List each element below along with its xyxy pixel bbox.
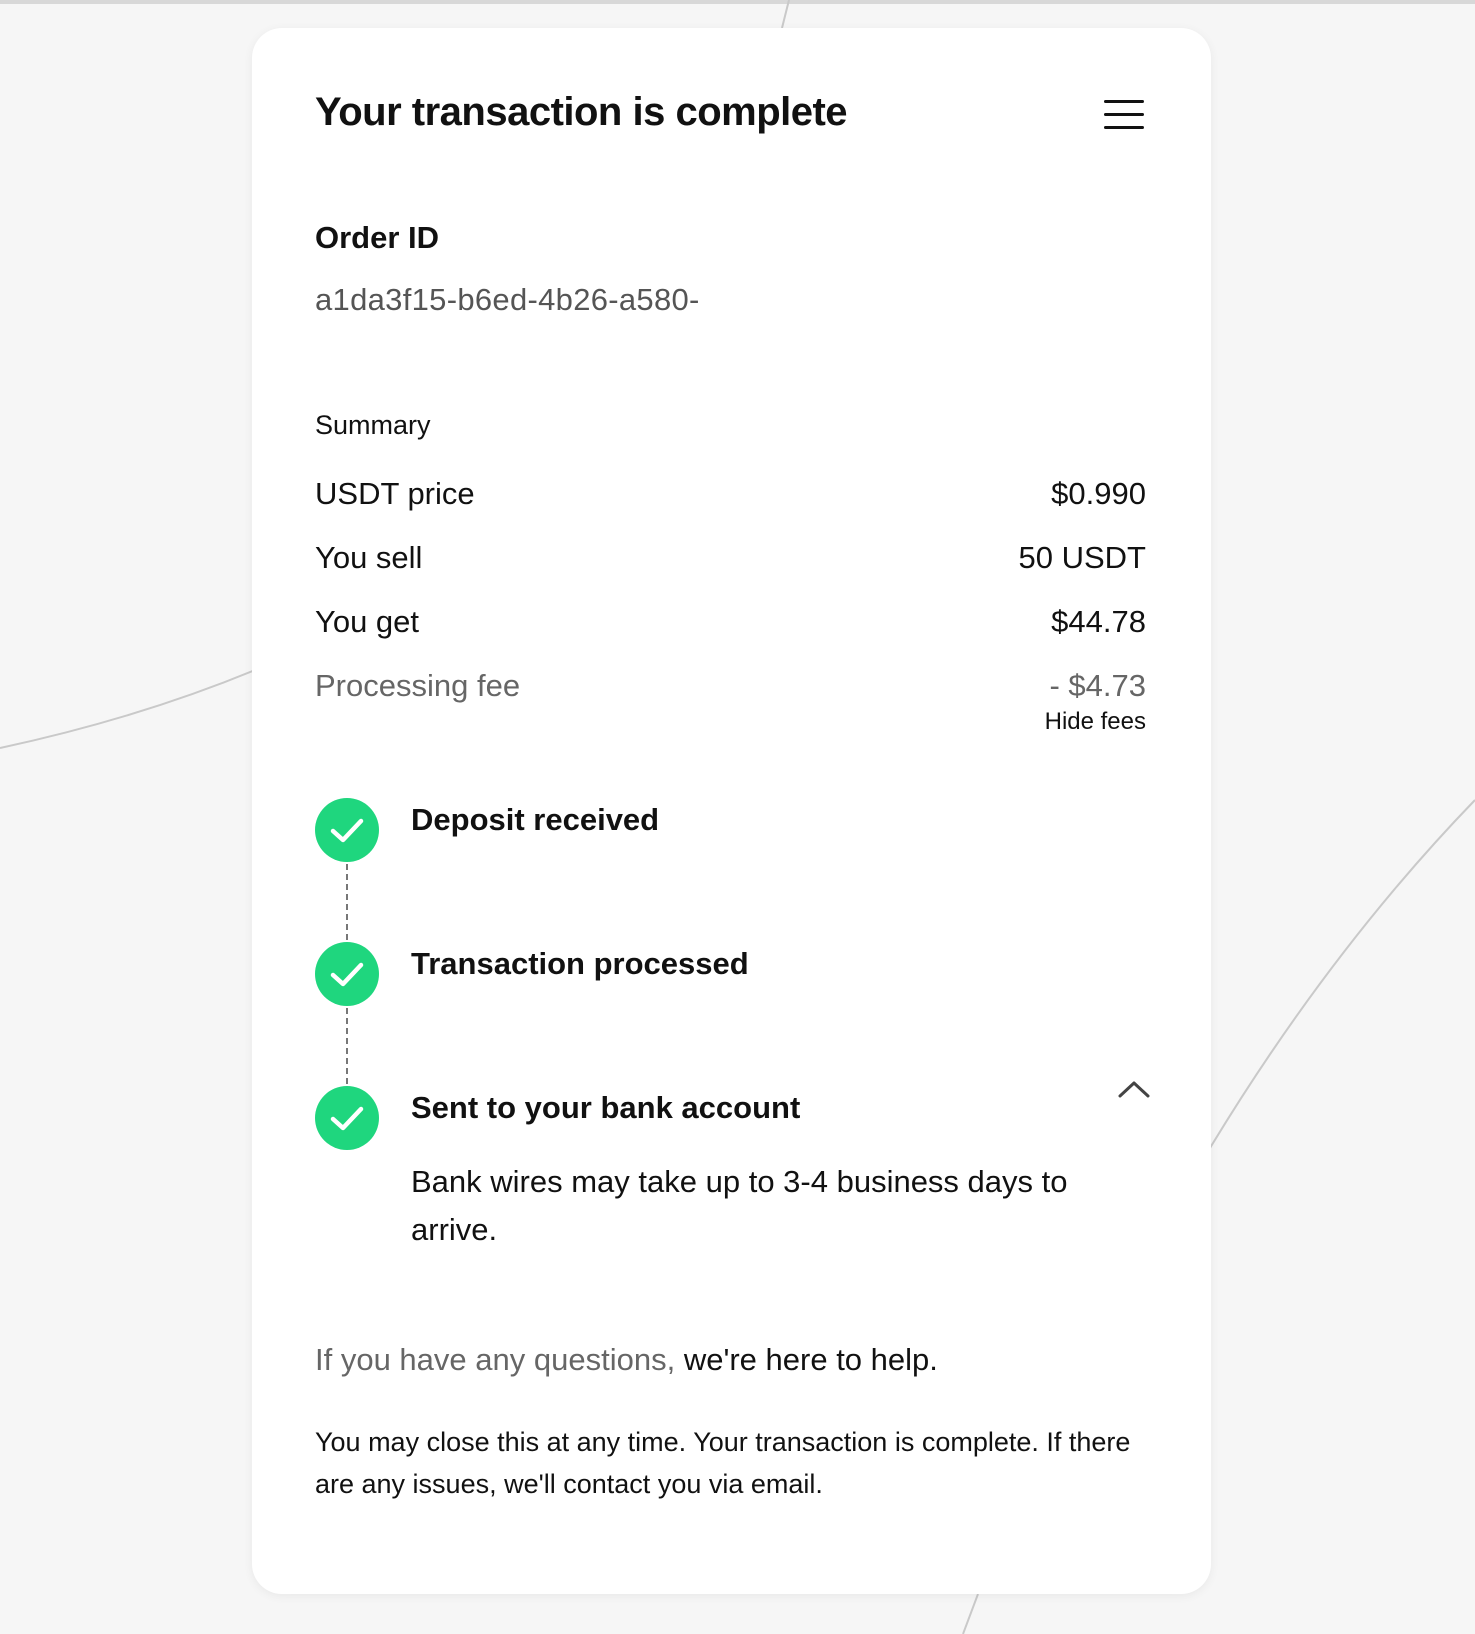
step-connector bbox=[346, 864, 348, 940]
summary-row-value: 50 USDT bbox=[1018, 540, 1146, 575]
summary-row-value: $44.78 bbox=[1051, 604, 1146, 639]
transaction-card: Your transaction is complete Order ID a1… bbox=[252, 28, 1211, 1594]
step-title-transaction-processed: Transaction processed bbox=[411, 946, 749, 981]
hamburger-menu-icon[interactable] bbox=[1102, 100, 1146, 134]
order-id-value: a1da3f15-b6ed-4b26-a580- bbox=[315, 282, 700, 317]
check-circle-icon bbox=[315, 798, 379, 862]
check-circle-icon bbox=[315, 1086, 379, 1150]
summary-row-you-sell: You sell 50 USDT bbox=[315, 540, 1146, 580]
summary-row-value: - $4.73 bbox=[1049, 668, 1146, 703]
help-prefix: If you have any questions, bbox=[315, 1342, 676, 1377]
summary-row-label: Processing fee bbox=[315, 668, 521, 703]
step-title-sent-to-bank: Sent to your bank account bbox=[411, 1090, 801, 1125]
hide-fees-link[interactable]: Hide fees bbox=[1045, 708, 1146, 736]
step-description: Bank wires may take up to 3-4 business d… bbox=[411, 1164, 1068, 1247]
summary-row-usdt-price: USDT price $0.990 bbox=[315, 476, 1146, 516]
closing-message: You may close this at any time. Your tra… bbox=[315, 1427, 1131, 1499]
page-title: Your transaction is complete bbox=[315, 90, 848, 134]
summary-row-label: You get bbox=[315, 604, 420, 639]
help-link[interactable]: we're here to help. bbox=[684, 1342, 938, 1377]
chevron-up-icon[interactable] bbox=[1116, 1078, 1152, 1102]
help-text: If you have any questions, we're here to… bbox=[315, 1342, 938, 1378]
summary-row-value: $0.990 bbox=[1051, 476, 1146, 511]
summary-row-you-get: You get $44.78 bbox=[315, 604, 1146, 644]
summary-row-label: USDT price bbox=[315, 476, 475, 511]
summary-row-label: You sell bbox=[315, 540, 423, 575]
step-connector bbox=[346, 1008, 348, 1084]
summary-row-processing-fee: Processing fee - $4.73 bbox=[315, 668, 1146, 708]
order-id-label: Order ID bbox=[315, 220, 440, 255]
step-title-deposit-received: Deposit received bbox=[411, 802, 660, 837]
summary-heading: Summary bbox=[315, 410, 431, 440]
check-circle-icon bbox=[315, 942, 379, 1006]
